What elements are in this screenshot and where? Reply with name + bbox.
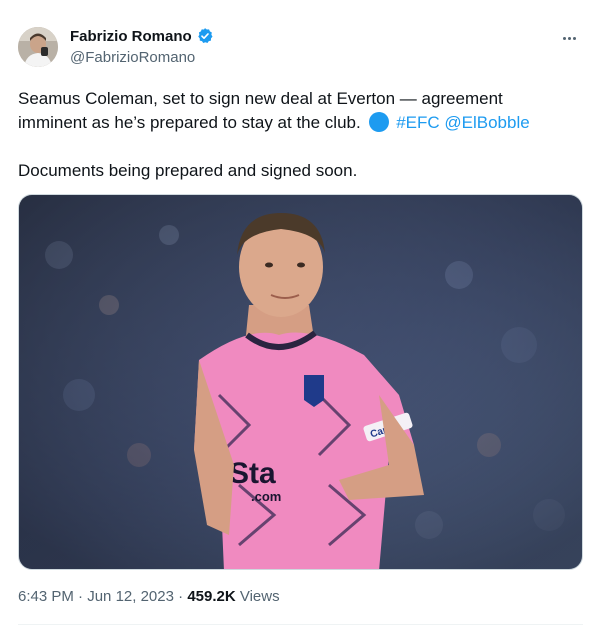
verified-badge-icon (197, 28, 213, 44)
author-name-row: Fabrizio Romano (70, 27, 214, 45)
tweet-line-3: Documents being prepared and signed soon… (18, 161, 358, 180)
tweet-text: Seamus Coleman, set to sign new deal at … (18, 87, 583, 183)
tweet-time[interactable]: 6:43 PM (18, 588, 74, 605)
avatar-photo-icon (18, 27, 58, 67)
meta-separator-2: · (178, 588, 184, 605)
tweet-date[interactable]: Jun 12, 2023 (87, 588, 174, 605)
player-photo-image: Sta .com Capta (19, 195, 582, 569)
tweet-photo[interactable]: Sta .com Capta (18, 194, 583, 570)
tweet-card: Fabrizio Romano @FabrizioRomano Seamus C… (0, 0, 601, 626)
more-options-icon[interactable] (557, 28, 581, 48)
tweet-metadata: 6:43 PM · Jun 12, 2023 · 459.2K Views (18, 588, 280, 605)
svg-text:Sta: Sta (229, 457, 276, 490)
views-count: 459.2K (187, 588, 236, 605)
blue-circle-emoji-icon (369, 112, 390, 132)
author-handle[interactable]: @FabrizioRomano (70, 49, 195, 66)
divider (18, 624, 583, 625)
tweet-line-1: Seamus Coleman, set to sign new deal at … (18, 89, 503, 108)
mention-link[interactable]: @ElBobble (444, 113, 529, 132)
author-display-name[interactable]: Fabrizio Romano (70, 28, 192, 45)
hashtag-link[interactable]: #EFC (396, 113, 439, 132)
author-avatar[interactable] (18, 27, 58, 67)
tweet-line-2: imminent as he’s prepared to stay at the… (18, 111, 583, 135)
meta-separator-1: · (78, 588, 84, 605)
tweet-line-2-text: imminent as he’s prepared to stay at the… (18, 113, 361, 132)
views-label: Views (239, 588, 280, 605)
svg-text:.com: .com (251, 489, 281, 504)
